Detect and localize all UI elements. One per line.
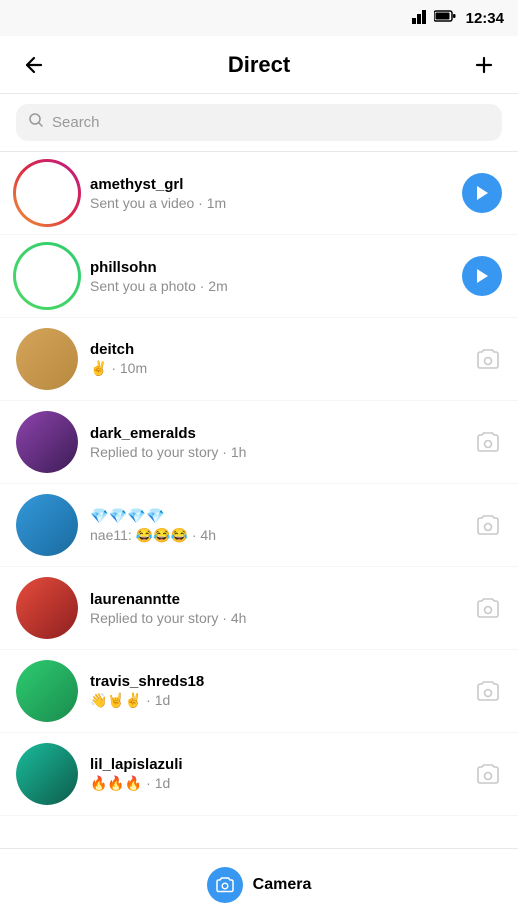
message-item[interactable]: dark_emeralds Replied to your story · 1h [0, 401, 518, 484]
avatar-container [16, 743, 78, 805]
camera-button[interactable]: Camera [191, 859, 328, 911]
message-item[interactable]: deitch ✌️ · 10m [0, 318, 518, 401]
avatar-image [16, 328, 78, 390]
signal-icon [412, 8, 428, 29]
play-action[interactable] [462, 256, 502, 296]
avatar-container [16, 660, 78, 722]
camera-action[interactable] [474, 428, 502, 456]
avatar-container [16, 328, 78, 390]
message-item[interactable]: amethyst_grl Sent you a video · 1m [0, 152, 518, 235]
header-title: Direct [228, 52, 290, 78]
message-preview: ✌️ · 10m [90, 360, 462, 377]
camera-action[interactable] [474, 594, 502, 622]
play-button[interactable] [462, 173, 502, 213]
camera-action[interactable] [474, 511, 502, 539]
avatar-container [16, 494, 78, 556]
camera-circle-icon [207, 867, 243, 903]
message-username: laurenanntte [90, 591, 462, 608]
avatar-image [16, 577, 78, 639]
message-preview: Replied to your story · 1h [90, 444, 462, 460]
header: Direct [0, 36, 518, 94]
avatar-image [16, 743, 78, 805]
avatar-container [16, 162, 78, 224]
play-button[interactable] [462, 256, 502, 296]
add-button[interactable] [466, 47, 502, 83]
camera-action[interactable] [474, 760, 502, 788]
avatar-container [16, 411, 78, 473]
message-list: amethyst_grl Sent you a video · 1m [0, 152, 518, 816]
message-content: 💎💎💎💎 nae11: 😂😂😂 · 4h [90, 507, 462, 544]
camera-action[interactable] [474, 345, 502, 373]
story-ring [13, 242, 81, 310]
message-username: travis_shreds18 [90, 673, 462, 690]
search-bar [0, 94, 518, 152]
message-preview: Sent you a video · 1m [90, 195, 450, 211]
avatar-container [16, 577, 78, 639]
back-button[interactable] [16, 47, 52, 83]
message-item[interactable]: lil_lapislazuli 🔥🔥🔥 · 1d [0, 733, 518, 816]
message-content: deitch ✌️ · 10m [90, 341, 462, 377]
play-action[interactable] [462, 173, 502, 213]
message-preview: Replied to your story · 4h [90, 610, 462, 626]
story-ring [13, 159, 81, 227]
bottom-bar: Camera [0, 848, 518, 920]
avatar-container [16, 245, 78, 307]
message-username: lil_lapislazuli [90, 756, 462, 773]
camera-label: Camera [253, 876, 312, 894]
message-username: amethyst_grl [90, 176, 450, 193]
message-username: deitch [90, 341, 462, 358]
message-content: lil_lapislazuli 🔥🔥🔥 · 1d [90, 756, 462, 792]
message-content: travis_shreds18 👋🤘✌️ · 1d [90, 673, 462, 709]
header-left [16, 47, 52, 83]
avatar-image [16, 494, 78, 556]
search-input[interactable] [52, 114, 490, 131]
message-username: phillsohn [90, 259, 450, 276]
camera-action[interactable] [474, 677, 502, 705]
search-icon [28, 112, 44, 133]
status-bar: 12:34 [0, 0, 518, 36]
avatar [16, 411, 78, 473]
message-content: amethyst_grl Sent you a video · 1m [90, 176, 450, 211]
avatar-image [16, 411, 78, 473]
avatar [16, 328, 78, 390]
avatar [16, 577, 78, 639]
avatar-image [16, 660, 78, 722]
message-item[interactable]: laurenanntte Replied to your story · 4h [0, 567, 518, 650]
message-content: phillsohn Sent you a photo · 2m [90, 259, 450, 294]
message-content: laurenanntte Replied to your story · 4h [90, 591, 462, 626]
message-preview: 🔥🔥🔥 · 1d [90, 775, 462, 792]
message-item[interactable]: travis_shreds18 👋🤘✌️ · 1d [0, 650, 518, 733]
message-username: dark_emeralds [90, 425, 462, 442]
message-preview: nae11: 😂😂😂 · 4h [90, 527, 462, 544]
avatar [16, 494, 78, 556]
message-item[interactable]: 💎💎💎💎 nae11: 😂😂😂 · 4h [0, 484, 518, 567]
header-right [466, 47, 502, 83]
message-item[interactable]: phillsohn Sent you a photo · 2m [0, 235, 518, 318]
message-preview: Sent you a photo · 2m [90, 278, 450, 294]
status-time: 12:34 [466, 10, 504, 27]
message-preview: 👋🤘✌️ · 1d [90, 692, 462, 709]
message-content: dark_emeralds Replied to your story · 1h [90, 425, 462, 460]
avatar [16, 743, 78, 805]
message-username: 💎💎💎💎 [90, 507, 462, 525]
battery-icon [434, 9, 456, 27]
search-inner [16, 104, 502, 141]
avatar [16, 660, 78, 722]
